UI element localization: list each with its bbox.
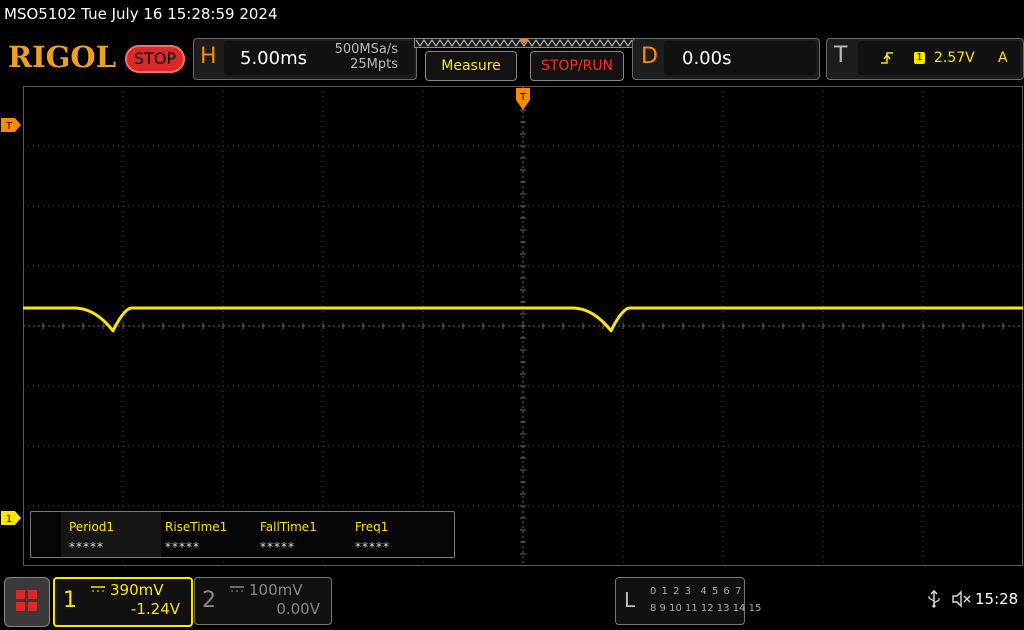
status-line: MSO5102 Tue July 16 15:28:59 2024 <box>4 5 278 23</box>
main-menu-button[interactable] <box>4 577 50 627</box>
delay-label: D <box>641 44 658 69</box>
measurement-name: RiseTime1 <box>165 520 228 534</box>
acquisition-info: 500MSa/s 25Mpts <box>322 42 398 72</box>
trigger-source-badge: 1 <box>914 52 925 64</box>
trigger-time-marker[interactable]: T <box>516 88 530 112</box>
measurement-value: ***** <box>260 540 295 554</box>
measurement-value: ***** <box>165 540 200 554</box>
usb-icon <box>928 590 940 608</box>
measure-button[interactable]: Measure <box>425 51 517 81</box>
sample-rate: 500MSa/s <box>334 42 398 57</box>
delay-value: 0.00s <box>682 48 732 69</box>
waveform-display[interactable] <box>23 86 1023 566</box>
measurement-name: Freq1 <box>355 520 389 534</box>
logic-channels-row1: 0 1 2 3 4 5 6 7 <box>650 586 743 597</box>
memory-depth: 25Mpts <box>350 57 398 72</box>
measurement-name: Period1 <box>69 520 115 534</box>
channel1-number: 1 <box>63 588 77 613</box>
logic-analyzer-label: L <box>624 588 636 612</box>
trigger-level-marker[interactable]: T <box>1 118 21 132</box>
trigger-label: T <box>834 43 848 68</box>
graticule <box>23 86 1023 566</box>
measurement-value: ***** <box>69 540 104 554</box>
trigger-level-marker-label: T <box>5 121 13 132</box>
horizontal-label: H <box>200 44 217 69</box>
measurement-item[interactable]: FallTime1 ***** <box>252 512 347 557</box>
channel2-offset: 0.00V <box>276 600 320 618</box>
rising-edge-icon <box>881 52 893 64</box>
trigger-level: 2.57V <box>934 50 975 66</box>
stop-run-button[interactable]: STOP/RUN <box>530 51 624 81</box>
speaker-muted-icon[interactable] <box>951 590 971 608</box>
trigger-mode: A <box>998 50 1008 66</box>
logic-channels-row2: 8 9 10 11 12 13 14 15 <box>650 603 762 614</box>
trigger-position-bar <box>414 38 634 48</box>
dc-coupling-icon <box>230 586 244 592</box>
channel2-number: 2 <box>202 588 216 613</box>
measurement-item[interactable]: Freq1 ***** <box>347 512 442 557</box>
measurement-panel[interactable]: Period1 ***** RiseTime1 ***** FallTime1 … <box>30 511 455 558</box>
channel1-offset-marker[interactable]: 1 <box>1 511 21 525</box>
grid-menu-icon <box>16 590 37 611</box>
rigol-logo: RIGOL <box>8 40 117 74</box>
timebase-value: 5.00ms <box>240 48 307 69</box>
measurement-item[interactable]: Period1 ***** <box>61 512 161 557</box>
measurement-value: ***** <box>355 540 390 554</box>
channel2-scale: 100mV <box>249 581 303 599</box>
channel1-offset-marker-label: 1 <box>6 514 12 525</box>
measurement-item[interactable]: RiseTime1 ***** <box>157 512 252 557</box>
dc-coupling-icon <box>91 586 105 592</box>
measurement-name: FallTime1 <box>260 520 317 534</box>
trigger-time-marker-label: T <box>519 92 527 103</box>
channel1-scale: 390mV <box>110 581 164 599</box>
channel1-offset: -1.24V <box>130 600 180 618</box>
clock: 15:28 <box>975 590 1019 608</box>
run-state-badge[interactable]: STOP <box>125 45 185 73</box>
